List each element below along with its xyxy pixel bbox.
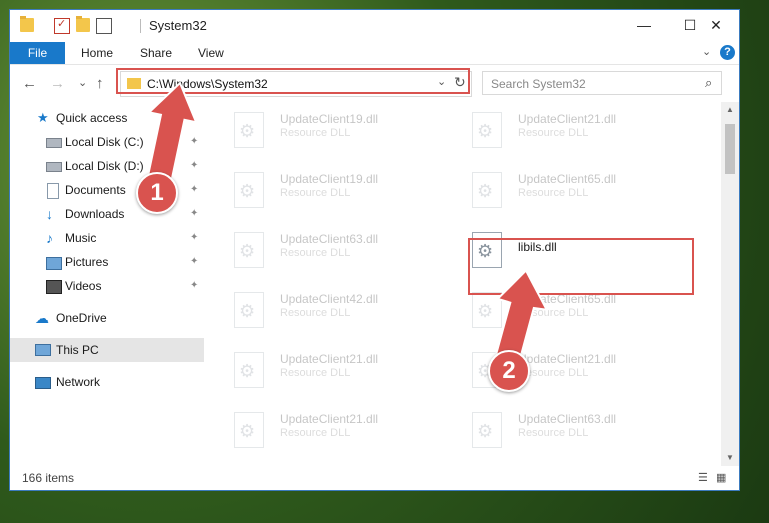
- step-2-badge: 2: [488, 350, 530, 392]
- step-1-badge: 1: [136, 172, 178, 214]
- arrow-1: [147, 81, 198, 181]
- annotation-arrows: [147, 81, 549, 372]
